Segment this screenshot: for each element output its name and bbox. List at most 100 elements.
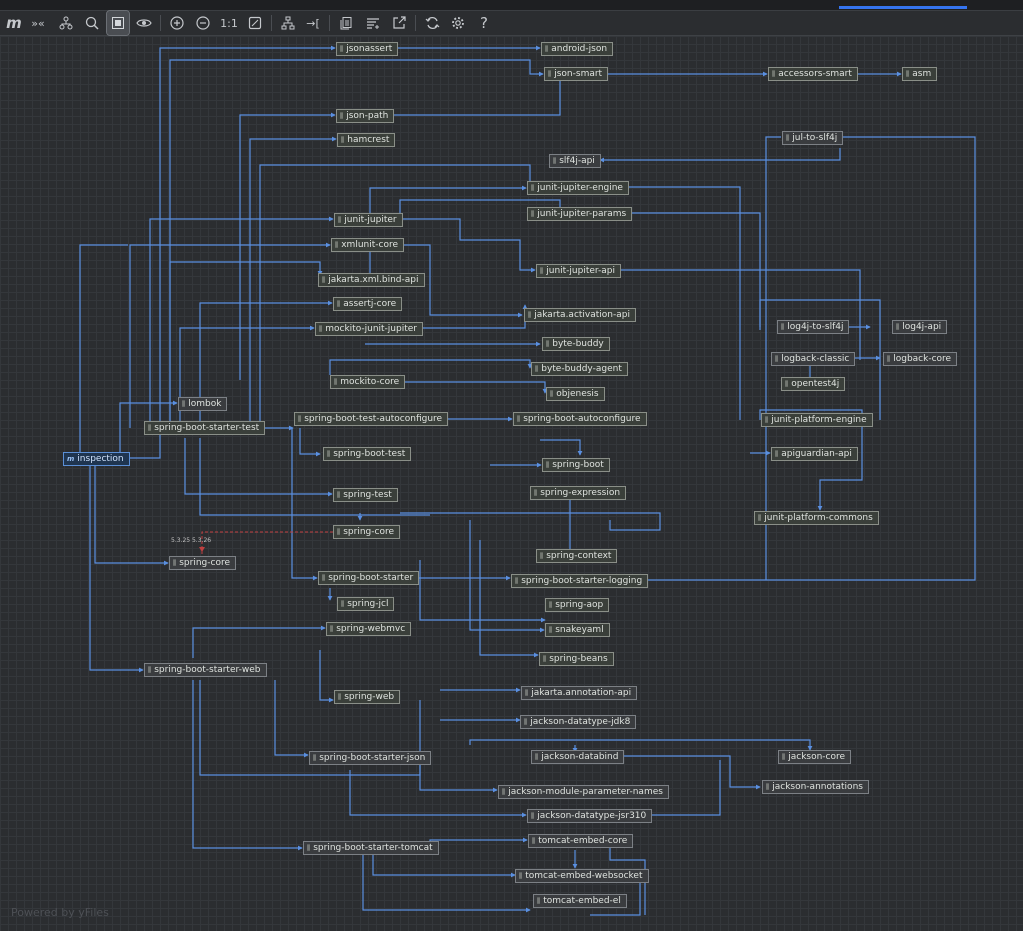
node-json-path[interactable]: ⫼ json-path	[336, 109, 395, 123]
node-spring-jcl[interactable]: ⫼ spring-jcl	[337, 597, 395, 611]
select-mode-icon[interactable]	[106, 10, 130, 36]
node-spring-boot[interactable]: ⫼ spring-boot	[542, 458, 610, 472]
node-spring-core[interactable]: ⫼ spring-core	[333, 525, 400, 539]
active-tab-indicator	[839, 6, 967, 9]
node-jackson-datatype-jdk8[interactable]: ⫼ jackson-datatype-jdk8	[520, 715, 637, 729]
module-icon: ⫼	[531, 812, 535, 820]
node-mockito-core[interactable]: ⫼ mockito-core	[330, 375, 406, 389]
node-opentest4j[interactable]: ⫼ opentest4j	[781, 377, 846, 391]
apply-layout-icon[interactable]: →[	[302, 11, 324, 35]
module-icon: ⫼	[887, 355, 891, 363]
settings-icon[interactable]	[447, 11, 469, 35]
node-spring-web[interactable]: ⫼ spring-web	[334, 690, 401, 704]
node-spring-boot-test-autoconfigure[interactable]: ⫼ spring-boot-test-autoconfigure	[294, 412, 449, 426]
module-icon: ⫼	[782, 753, 786, 761]
module-icon: ⫼	[148, 666, 152, 674]
node-spring-webmvc[interactable]: ⫼ spring-webmvc	[326, 622, 412, 636]
node-asm[interactable]: ⫼ asm	[902, 67, 938, 81]
node-jackson-databind[interactable]: ⫼ jackson-databind	[531, 750, 625, 764]
node-jakarta-activation-api[interactable]: ⫼ jakarta.activation-api	[524, 308, 636, 322]
module-icon: ⫼	[341, 136, 345, 144]
node-xmlunit-core[interactable]: ⫼ xmlunit-core	[331, 238, 405, 252]
node-byte-buddy-agent[interactable]: ⫼ byte-buddy-agent	[531, 362, 628, 376]
node-lombok[interactable]: ⫼ lombok	[178, 397, 228, 411]
module-icon: ⫼	[173, 559, 177, 567]
node-android-json[interactable]: ⫼ android-json	[541, 42, 614, 56]
layout-icon[interactable]	[277, 11, 299, 35]
node-tomcat-embed-websocket[interactable]: ⫼ tomcat-embed-websocket	[515, 869, 649, 883]
module-icon: ⫼	[340, 45, 344, 53]
node-spring-core-conflict[interactable]: ⫼ spring-core	[169, 556, 236, 570]
module-icon: ⫼	[540, 552, 544, 560]
node-jakarta-annotation-api[interactable]: ⫼ jakarta.annotation-api	[521, 686, 638, 700]
node-spring-expression[interactable]: ⫼ spring-expression	[530, 486, 627, 500]
find-icon[interactable]	[81, 11, 103, 35]
module-icon: ⫼	[525, 689, 529, 697]
node-spring-boot-starter-web[interactable]: ⫼ spring-boot-starter-web	[144, 663, 267, 677]
node-logback-classic[interactable]: ⫼ logback-classic	[771, 352, 856, 366]
node-mockito-junit-jupiter[interactable]: ⫼ mockito-junit-jupiter	[315, 322, 423, 336]
toolbar-separator	[415, 15, 416, 31]
fit-content-icon[interactable]	[244, 11, 266, 35]
node-logback-core[interactable]: ⫼ logback-core	[883, 352, 958, 366]
node-spring-boot-starter[interactable]: ⫼ spring-boot-starter	[318, 571, 420, 585]
module-icon: ⫼	[786, 134, 790, 142]
help-icon[interactable]: ?	[473, 11, 495, 35]
maven-logo-icon[interactable]: m	[3, 11, 25, 35]
export-icon[interactable]	[388, 11, 410, 35]
node-inspection-root[interactable]: m inspection	[63, 452, 130, 466]
node-jackson-module-parameter-names[interactable]: ⫼ jackson-module-parameter-names	[498, 785, 669, 799]
node-apiguardian-api[interactable]: ⫼ apiguardian-api	[771, 447, 858, 461]
module-icon: ⫼	[313, 754, 317, 762]
node-spring-boot-test[interactable]: ⫼ spring-boot-test	[323, 447, 412, 461]
module-icon: ⫼	[546, 461, 550, 469]
module-icon: ⫼	[338, 216, 342, 224]
toolbar-separator	[329, 15, 330, 31]
filter-icon[interactable]	[362, 11, 384, 35]
node-objenesis[interactable]: ⫼ objenesis	[546, 387, 605, 401]
node-jakarta-xml-bind-api[interactable]: ⫼ jakarta.xml.bind-api	[318, 273, 425, 287]
node-spring-boot-starter-json[interactable]: ⫼ spring-boot-starter-json	[309, 751, 432, 765]
node-junit-jupiter-params[interactable]: ⫼ junit-jupiter-params	[527, 207, 633, 221]
node-json-smart[interactable]: ⫼ json-smart	[544, 67, 609, 81]
node-spring-boot-starter-tomcat[interactable]: ⫼ spring-boot-starter-tomcat	[303, 841, 439, 855]
module-icon: ⫼	[322, 276, 326, 284]
node-junit-jupiter[interactable]: ⫼ junit-jupiter	[334, 213, 403, 227]
node-jackson-core[interactable]: ⫼ jackson-core	[778, 750, 852, 764]
node-jul-to-slf4j[interactable]: ⫼ jul-to-slf4j	[782, 131, 844, 145]
hierarchy-icon[interactable]	[55, 11, 77, 35]
node-jackson-datatype-jsr310[interactable]: ⫼ jackson-datatype-jsr310	[527, 809, 653, 823]
node-hamcrest[interactable]: ⫼ hamcrest	[337, 133, 396, 147]
refresh-icon[interactable]	[421, 11, 443, 35]
node-junit-jupiter-api[interactable]: ⫼ junit-jupiter-api	[536, 264, 622, 278]
node-spring-boot-autoconfigure[interactable]: ⫼ spring-boot-autoconfigure	[513, 412, 647, 426]
show-paths-icon[interactable]: »«	[27, 11, 49, 35]
node-tomcat-embed-core[interactable]: ⫼ tomcat-embed-core	[528, 834, 634, 848]
node-spring-boot-starter-logging[interactable]: ⫼ spring-boot-starter-logging	[511, 574, 649, 588]
node-spring-test[interactable]: ⫼ spring-test	[333, 488, 398, 502]
node-spring-boot-starter-test[interactable]: ⫼ spring-boot-starter-test	[144, 421, 266, 435]
node-log4j-api[interactable]: ⫼ log4j-api	[892, 320, 948, 334]
node-spring-beans[interactable]: ⫼ spring-beans	[539, 652, 614, 666]
node-junit-jupiter-engine[interactable]: ⫼ junit-jupiter-engine	[527, 181, 629, 195]
node-junit-platform-engine[interactable]: ⫼ junit-platform-engine	[761, 413, 873, 427]
actual-size-icon[interactable]: 1:1	[218, 11, 240, 35]
eye-icon[interactable]	[133, 11, 155, 35]
node-tomcat-embed-el[interactable]: ⫼ tomcat-embed-el	[533, 894, 627, 908]
node-junit-platform-commons[interactable]: ⫼ junit-platform-commons	[754, 511, 879, 525]
node-jsonassert[interactable]: ⫼ jsonassert	[336, 42, 399, 56]
module-icon: ⫼	[549, 601, 553, 609]
node-log4j-to-slf4j[interactable]: ⫼ log4j-to-slf4j	[777, 320, 850, 334]
zoom-out-icon[interactable]	[192, 11, 214, 35]
zoom-in-icon[interactable]	[166, 11, 188, 35]
node-slf4j-api[interactable]: ⫼ slf4j-api	[549, 154, 601, 168]
module-icon: ⫼	[540, 267, 544, 275]
copy-icon[interactable]	[335, 11, 357, 35]
node-snakeyaml[interactable]: ⫼ snakeyaml	[545, 623, 610, 637]
node-jackson-annotations[interactable]: ⫼ jackson-annotations	[762, 780, 869, 794]
node-spring-aop[interactable]: ⫼ spring-aop	[545, 598, 610, 612]
node-spring-context[interactable]: ⫼ spring-context	[536, 549, 618, 563]
node-assertj-core[interactable]: ⫼ assertj-core	[333, 297, 403, 311]
node-accessors-smart[interactable]: ⫼ accessors-smart	[768, 67, 858, 81]
node-byte-buddy[interactable]: ⫼ byte-buddy	[542, 337, 610, 351]
